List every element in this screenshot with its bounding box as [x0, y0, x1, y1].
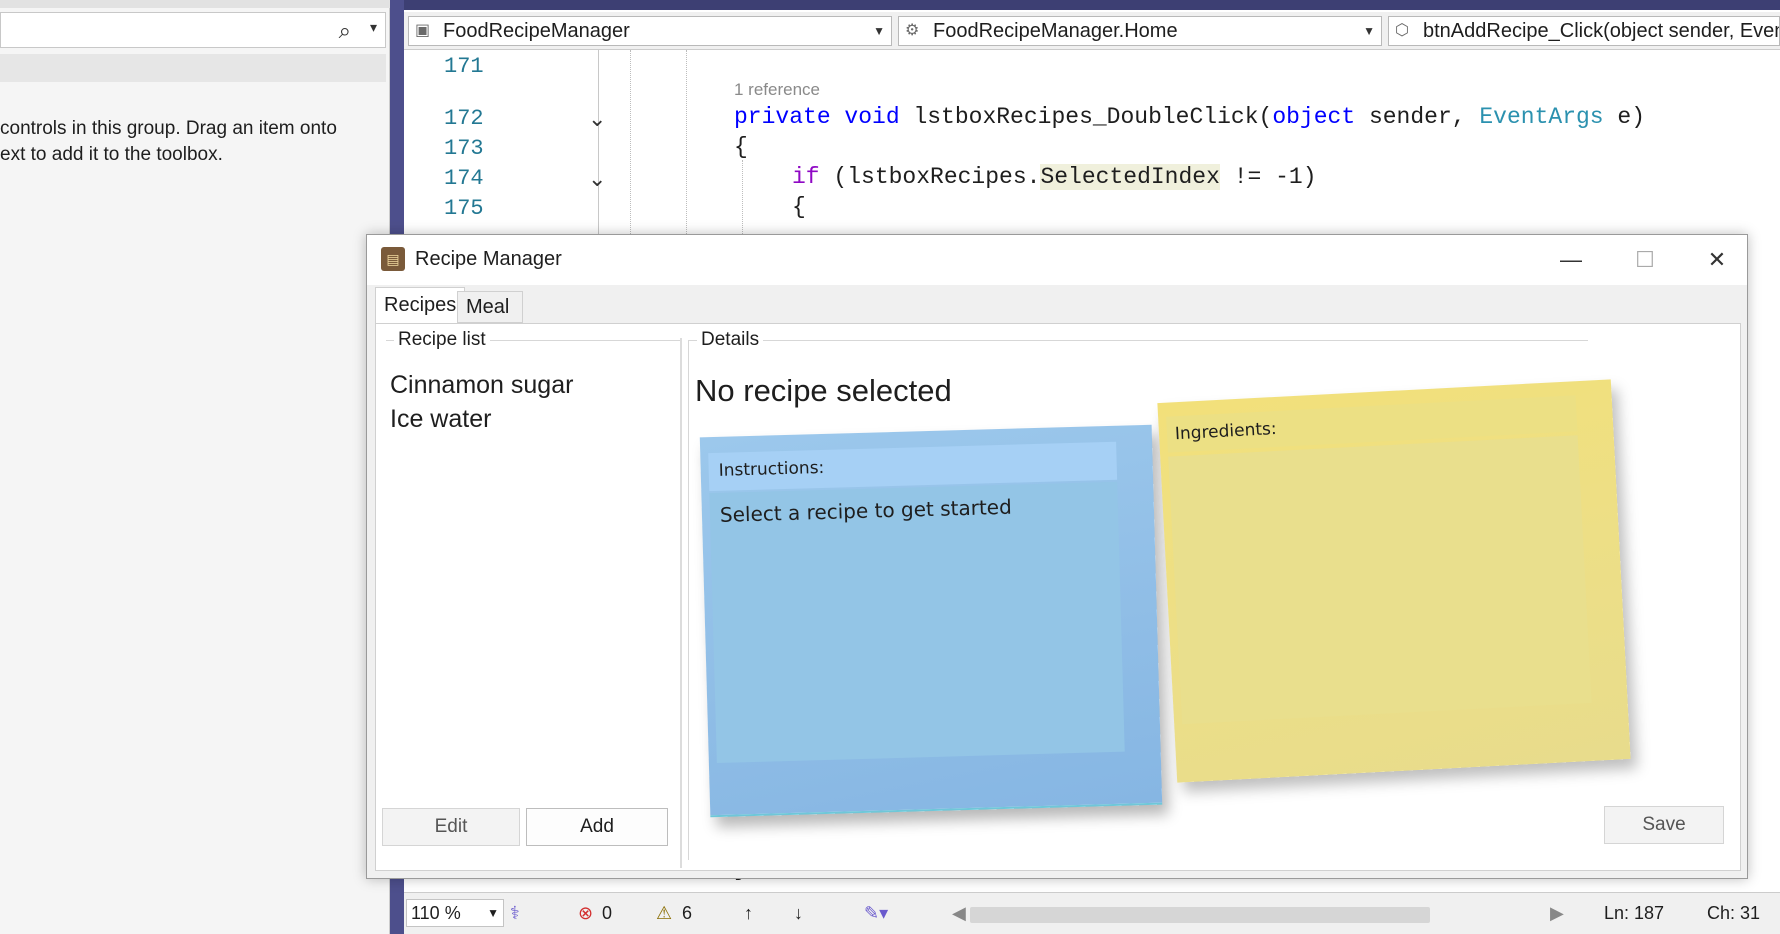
collapse-chevron-icon[interactable]: ⌄ — [588, 106, 606, 132]
zoom-level: 110 % — [411, 903, 461, 923]
zoom-dropdown[interactable]: 110 % ▼ — [406, 899, 504, 927]
chevron-down-icon[interactable]: ▼ — [1363, 17, 1375, 45]
chevron-down-icon[interactable]: ▼ — [873, 17, 885, 45]
class-name: FoodRecipeManager.Home — [933, 20, 1178, 42]
recipe-list-group: Recipe list Cinnamon sugar Ice water — [386, 329, 682, 794]
scroll-right-icon[interactable]: ▶ — [1550, 903, 1564, 924]
recipe-title: No recipe selected — [695, 373, 952, 408]
code-keyword: if — [792, 164, 820, 190]
project-name: FoodRecipeManager — [443, 20, 630, 42]
class-icon: ⚙ — [905, 22, 920, 39]
toolbox-header-strip — [0, 0, 390, 8]
warning-icon[interactable]: ⚠ — [656, 903, 672, 924]
cleanup-brush-icon[interactable]: ✎▾ — [864, 903, 888, 924]
outline-margin-line — [598, 50, 599, 234]
health-icon[interactable]: ⚕ — [510, 903, 520, 924]
code-line[interactable]: { — [792, 194, 806, 220]
code-token: e) — [1603, 104, 1646, 130]
collapse-chevron-icon[interactable]: ⌄ — [588, 166, 606, 192]
line-number: 172 — [444, 106, 484, 131]
code-area[interactable]: 171 1 reference 172 ⌄ private void lstbo… — [404, 50, 1780, 234]
chevron-down-icon[interactable]: ▼ — [487, 900, 499, 926]
member-name: btnAddRecipe_Click(object sender, EventA… — [1423, 20, 1779, 42]
line-number: 174 — [444, 166, 484, 191]
csharp-project-icon: ▣ — [415, 22, 431, 39]
code-token: ( — [1258, 104, 1273, 130]
divider — [680, 338, 682, 868]
toolbox-group-header[interactable] — [0, 54, 386, 82]
recipes-tab-panel: Recipe list Cinnamon sugar Ice water Edi… — [375, 323, 1741, 871]
code-token: != -1) — [1219, 164, 1317, 190]
add-recipe-button[interactable]: Add — [526, 808, 668, 846]
toolbox-empty-message: controls in this group. Drag an item ont… — [0, 118, 337, 165]
save-button[interactable]: Save — [1604, 806, 1724, 844]
arrow-up-icon[interactable]: ↑ — [744, 903, 753, 924]
line-number: 175 — [444, 196, 484, 221]
details-group: Details No recipe selected Instructions:… — [688, 329, 1631, 860]
line-indicator: Ln: 187 — [1604, 903, 1665, 923]
tab-recipes[interactable]: Recipes — [375, 287, 466, 325]
indent-guide — [742, 160, 743, 234]
instructions-label: Instructions: — [718, 457, 825, 481]
project-dropdown[interactable]: ▣ FoodRecipeManager ▼ — [408, 16, 892, 46]
code-keyword: object — [1272, 104, 1356, 130]
error-icon[interactable]: ⊗ — [578, 903, 593, 924]
column-indicator: Ch: 31 — [1707, 903, 1761, 923]
navigation-bar: ▣ FoodRecipeManager ▼ ⚙ FoodRecipeManage… — [404, 12, 1780, 50]
instructions-note: Instructions: Select a recipe to get sta… — [699, 424, 1163, 818]
warning-count[interactable]: 6 — [682, 903, 692, 924]
maximize-icon[interactable]: ☐ — [1613, 241, 1677, 279]
error-count[interactable]: 0 — [602, 903, 612, 924]
list-item[interactable]: Cinnamon sugar — [390, 371, 573, 400]
scroll-left-icon[interactable]: ◀ — [952, 903, 966, 924]
recipe-book-icon: ▤ — [381, 247, 405, 271]
ingredients-textbox[interactable] — [1168, 435, 1592, 725]
arrow-down-icon[interactable]: ↓ — [794, 903, 803, 924]
document-tab-strip[interactable] — [404, 0, 1780, 10]
code-type: EventArgs — [1479, 104, 1604, 130]
code-lens-references[interactable]: 1 reference — [734, 80, 820, 100]
toolbox-pane: ⌕ ▾ controls in this group. Drag an item… — [0, 0, 390, 934]
method-icon: ⬡ — [1395, 22, 1409, 39]
line-number: 171 — [444, 54, 484, 79]
code-keyword: private void — [734, 104, 914, 130]
search-options-dropdown-icon[interactable]: ▾ — [370, 19, 377, 36]
toolbox-search-input[interactable]: ⌕ ▾ — [0, 12, 386, 48]
minimize-icon[interactable]: — — [1539, 241, 1603, 279]
horizontal-scrollbar[interactable] — [970, 907, 1430, 923]
ingredients-label: Ingredients: — [1174, 418, 1278, 445]
window-title: Recipe Manager — [415, 248, 562, 270]
details-label: Details — [697, 329, 764, 351]
code-method-name: lstboxRecipes_DoubleClick — [913, 104, 1259, 130]
instructions-textbox[interactable]: Select a recipe to get started — [709, 481, 1125, 764]
indent-guide — [686, 50, 687, 234]
list-item[interactable]: Ice water — [390, 405, 491, 434]
indent-guide — [630, 50, 631, 234]
recipe-manager-window: ▤ Recipe Manager — ☐ ✕ Recipes Meal plan… — [366, 234, 1748, 879]
recipe-list-label: Recipe list — [394, 329, 490, 351]
tab-meal-plans[interactable]: Meal plans — [457, 291, 523, 348]
highlighted-reference: SelectedIndex — [1040, 164, 1220, 190]
search-icon[interactable]: ⌕ — [339, 18, 351, 44]
code-line[interactable]: private void lstboxRecipes_DoubleClick(o… — [734, 104, 1645, 130]
member-dropdown[interactable]: ⬡ btnAddRecipe_Click(object sender, Even… — [1388, 16, 1780, 46]
recipe-listbox[interactable]: Cinnamon sugar Ice water — [390, 371, 678, 771]
code-token: (lstboxRecipes. — [819, 164, 1041, 190]
class-dropdown[interactable]: ⚙ FoodRecipeManager.Home ▼ — [898, 16, 1382, 46]
close-icon[interactable]: ✕ — [1685, 241, 1749, 279]
code-token: sender, — [1355, 104, 1480, 130]
code-line[interactable]: if (lstboxRecipes.SelectedIndex != -1) — [792, 164, 1317, 190]
window-title-bar[interactable]: ▤ Recipe Manager — ☐ ✕ — [367, 235, 1747, 285]
edit-button[interactable]: Edit — [382, 808, 520, 846]
ingredients-note: Ingredients: — [1157, 379, 1631, 783]
editor-status-bar: 110 % ▼ ⚕ ⊗ 0 ⚠ 6 ↑ ↓ ✎▾ ◀ ▶ Ln: 187 Ch: … — [404, 892, 1780, 934]
instructions-text: Select a recipe to get started — [719, 494, 1013, 527]
line-number: 173 — [444, 136, 484, 161]
code-line[interactable]: { — [734, 134, 748, 160]
